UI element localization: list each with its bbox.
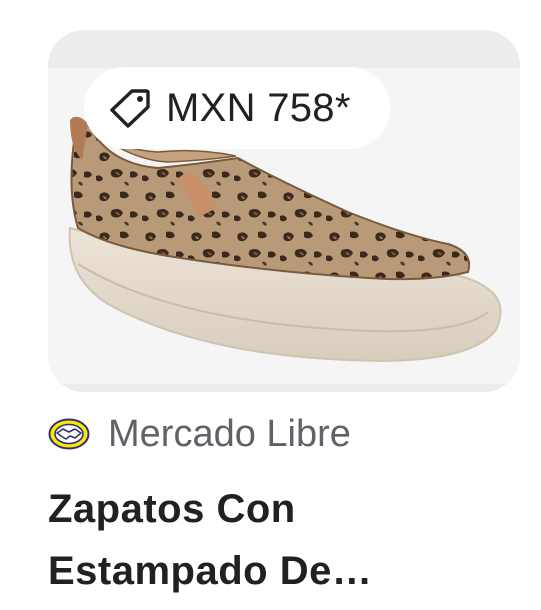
shopping-result-card[interactable]: MXN 758* Mercado Libre Zapatos Con Estam… [0,0,541,610]
mercado-libre-logo-icon [48,417,90,451]
merchant-name: Mercado Libre [108,412,351,455]
price-label: MXN 758* [166,85,351,130]
tag-icon [108,86,152,130]
price-chip: MXN 758* [84,67,390,149]
merchant-row[interactable]: Mercado Libre [48,410,351,458]
product-title-link[interactable]: Zapatos Con Estampado De… [48,478,508,602]
